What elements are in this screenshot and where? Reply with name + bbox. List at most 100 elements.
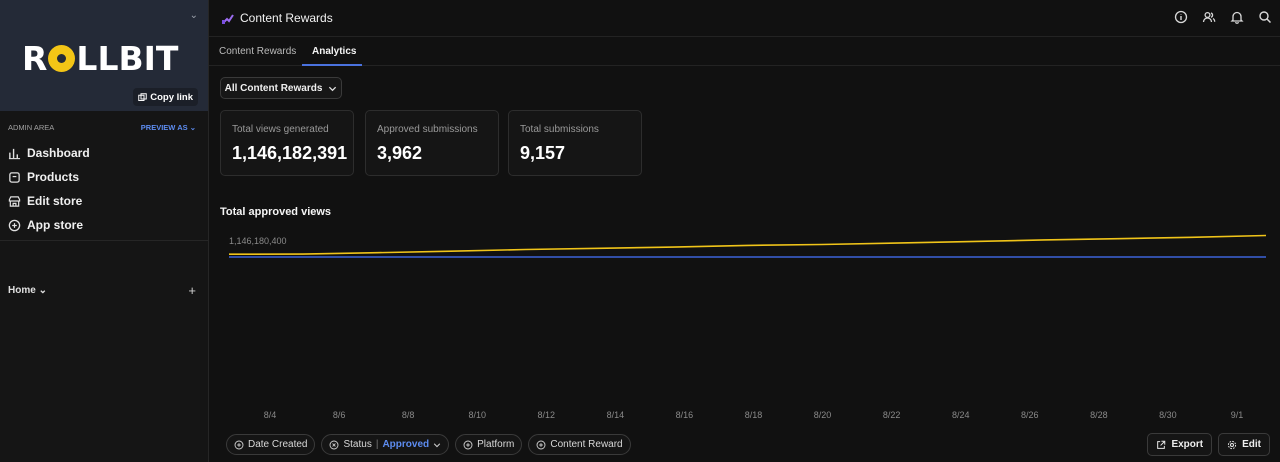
store-icon — [8, 195, 21, 207]
close-circle-icon[interactable] — [329, 440, 339, 450]
preview-as-label: PREVIEW AS — [140, 123, 188, 132]
sidebar-item-label: App store — [27, 218, 84, 232]
export-button[interactable]: Export — [1147, 433, 1213, 456]
x-tick-label: 8/16 — [676, 410, 694, 420]
y-axis-label: 1,146,180,400 — [229, 236, 287, 246]
chip-label: Content Reward — [550, 439, 623, 450]
tab-content-rewards[interactable]: Content Rewards — [219, 46, 296, 57]
chevron-down-icon — [433, 442, 441, 447]
rollbit-logo: R LLBIT — [22, 38, 179, 78]
filter-chip-status[interactable]: Status | Approved — [321, 434, 450, 455]
chip-label: Platform — [477, 439, 515, 450]
sidebar-item-dashboard[interactable]: Dashboard — [8, 141, 198, 165]
sidebar-nav: Dashboard Products Edit store App store — [8, 141, 198, 237]
filter-label: All Content Rewards — [224, 82, 323, 94]
x-tick-label: 8/24 — [952, 410, 970, 420]
logo-text-left: R — [22, 38, 48, 78]
sidebar-item-label: Products — [27, 170, 80, 184]
home-row: Home ⌄ + — [8, 283, 196, 298]
x-tick-label: 8/10 — [468, 410, 486, 420]
users-icon[interactable] — [1202, 10, 1216, 24]
x-tick-label: 8/26 — [1021, 410, 1039, 420]
chip-value: Approved — [382, 439, 430, 450]
edit-button[interactable]: Edit — [1218, 433, 1270, 456]
action-buttons: Export Edit — [1147, 433, 1270, 456]
filter-chip-content-reward[interactable]: Content Reward — [528, 434, 631, 455]
x-tick-label: 8/18 — [745, 410, 763, 420]
chip-label: Status — [343, 439, 372, 450]
active-tab-indicator — [302, 64, 362, 66]
page-title-text: Content Rewards — [240, 11, 333, 25]
sidebar: ⌄ R LLBIT Copy link ADMIN AREA PREVIEW A… — [0, 0, 209, 462]
plus-circle-icon — [8, 219, 21, 231]
gear-icon — [1228, 440, 1237, 449]
series-line-0 — [228, 234, 1267, 256]
x-tick-label: 8/30 — [1159, 410, 1177, 420]
topbar-icons — [1174, 10, 1272, 24]
stat-card-total-submissions: Total submissions 9,157 — [508, 110, 642, 176]
plus-circle-icon — [536, 440, 546, 449]
box-icon — [9, 171, 20, 183]
sidebar-divider — [0, 240, 208, 241]
export-icon — [1157, 440, 1166, 449]
filter-chip-platform[interactable]: Platform — [455, 434, 523, 455]
content-rewards-filter-dropdown[interactable]: All Content Rewards — [220, 77, 342, 99]
stat-card-total-views: Total views generated 1,146,182,391 — [220, 110, 354, 176]
content-rewards-icon — [222, 14, 234, 24]
sidebar-item-app-store[interactable]: App store — [8, 213, 198, 237]
sidebar-item-edit-store[interactable]: Edit store — [8, 189, 198, 213]
x-tick-label: 8/8 — [402, 410, 415, 420]
topbar: Content Rewards — [209, 0, 1280, 37]
stat-label: Total views generated — [232, 124, 329, 135]
logo-o-icon — [48, 44, 76, 72]
copy-link-label: Copy link — [150, 91, 193, 103]
stat-label: Total submissions — [520, 124, 599, 135]
x-tick-label: 8/22 — [883, 410, 901, 420]
filter-chip-bar: Date Created Status | Approved Platform … — [226, 434, 631, 455]
info-icon[interactable] — [1174, 10, 1188, 24]
x-tick-label: 9/1 — [1231, 410, 1244, 420]
copy-link-button[interactable]: Copy link — [133, 88, 198, 106]
app-root: ⌄ R LLBIT Copy link ADMIN AREA PREVIEW A… — [0, 0, 1280, 462]
preview-as-button[interactable]: PREVIEW AS ⌄ — [141, 123, 196, 132]
tab-analytics[interactable]: Analytics — [312, 46, 356, 57]
chip-label: Date Created — [248, 439, 308, 450]
chevron-down-icon[interactable]: ⌄ — [190, 10, 198, 21]
approved-views-chart: 1,146,180,400 8/4 8/6 8/8 8/10 8/12 8/14 8/16 8/… — [228, 234, 1267, 420]
x-tick-label: 8/4 — [264, 410, 277, 420]
search-icon[interactable] — [1258, 10, 1272, 24]
stat-card-approved-submissions: Approved submissions 3,962 — [365, 110, 499, 176]
sidebar-item-label: Edit store — [27, 194, 83, 208]
add-icon[interactable]: + — [188, 283, 196, 298]
chart-title: Total approved views — [220, 206, 332, 218]
edit-label: Edit — [1242, 439, 1261, 450]
logo-text-right: LLBIT — [76, 38, 179, 78]
x-tick-label: 8/20 — [814, 410, 832, 420]
chart-icon — [8, 148, 21, 159]
filter-chip-date-created[interactable]: Date Created — [226, 434, 316, 455]
x-tick-label: 8/28 — [1090, 410, 1108, 420]
x-tick-label: 8/12 — [538, 410, 556, 420]
page-title: Content Rewards — [221, 11, 333, 25]
sidebar-item-label: Dashboard — [27, 146, 90, 160]
brand-header: ⌄ R LLBIT Copy link — [0, 0, 208, 111]
admin-area-label: ADMIN AREA — [8, 123, 55, 132]
stat-value: 9,157 — [520, 143, 566, 163]
x-tick-label: 8/14 — [607, 410, 625, 420]
home-label: Home — [8, 285, 36, 296]
tab-bar: Content Rewards Analytics — [209, 38, 1280, 66]
stat-value: 3,962 — [377, 143, 423, 163]
stat-label: Approved submissions — [377, 124, 478, 135]
bell-icon[interactable] — [1230, 10, 1244, 24]
plus-circle-icon — [463, 440, 473, 449]
home-dropdown[interactable]: Home ⌄ — [8, 285, 47, 296]
admin-area-row: ADMIN AREA PREVIEW AS ⌄ — [8, 123, 196, 132]
chevron-down-icon — [329, 86, 337, 91]
export-label: Export — [1171, 439, 1204, 450]
link-icon — [138, 92, 147, 101]
chip-divider: | — [375, 439, 379, 450]
sidebar-item-products[interactable]: Products — [8, 165, 198, 189]
x-tick-label: 8/6 — [333, 410, 346, 420]
plus-circle-icon — [234, 440, 244, 449]
stat-value: 1,146,182,391 — [232, 143, 348, 163]
